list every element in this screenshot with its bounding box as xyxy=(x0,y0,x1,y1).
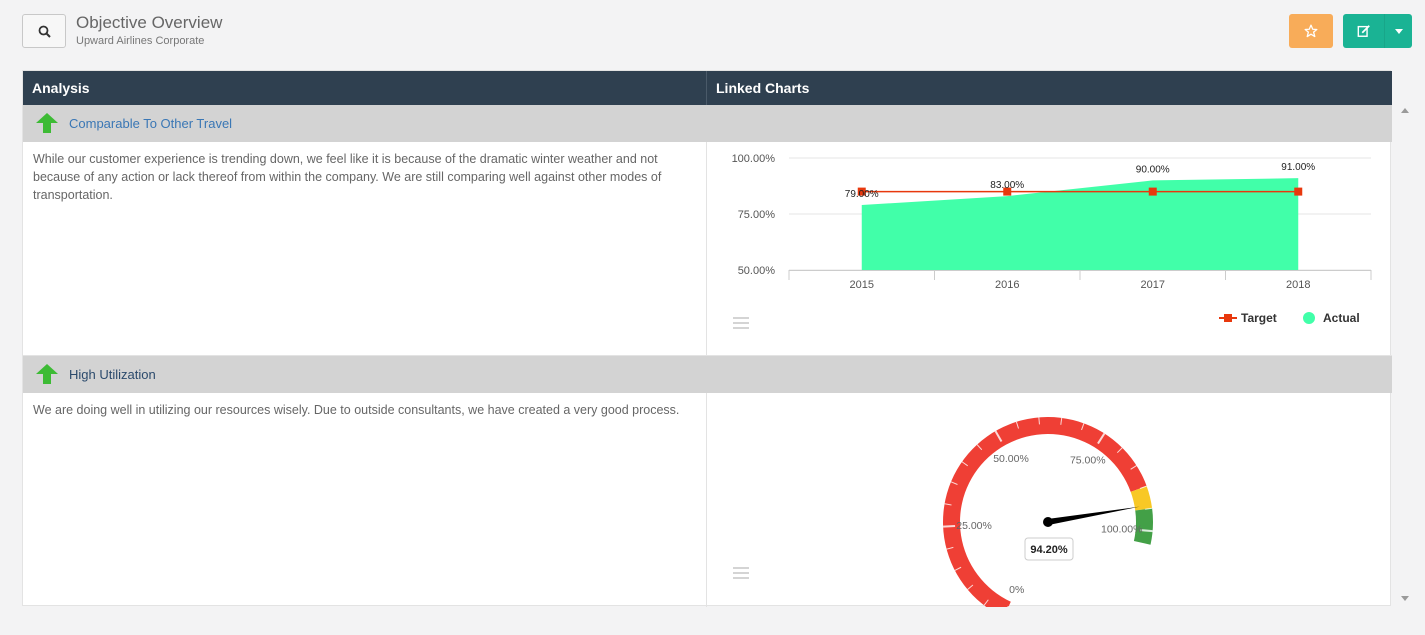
edit-button-group xyxy=(1343,14,1412,48)
target-point xyxy=(1294,187,1303,196)
gauge-tick-label: 100.00% xyxy=(1101,523,1142,535)
gauge-tick xyxy=(943,525,956,528)
x-tick-label: 2018 xyxy=(1286,279,1310,291)
scroll-up-arrow[interactable] xyxy=(1401,108,1409,113)
edit-dropdown-toggle[interactable] xyxy=(1385,14,1412,48)
x-tick-label: 2016 xyxy=(995,279,1019,291)
legend-label-target: Target xyxy=(1241,311,1277,325)
y-tick-label: 75.00% xyxy=(738,209,776,221)
legend-actual-marker xyxy=(1303,312,1315,324)
caret-down-icon xyxy=(1394,28,1403,34)
gauge-value-label: 94.20% xyxy=(1030,544,1068,556)
data-label: 83.00% xyxy=(990,180,1024,191)
gauge-tick-label: 75.00% xyxy=(1070,455,1106,467)
column-header-linked-charts: Linked Charts xyxy=(716,80,810,96)
star-icon xyxy=(1304,24,1318,38)
y-tick-label: 50.00% xyxy=(738,265,776,277)
edit-button[interactable] xyxy=(1343,14,1385,48)
data-label: 91.00% xyxy=(1281,162,1315,173)
title-block: Objective Overview Upward Airlines Corpo… xyxy=(76,13,222,48)
gauge-tick-label: 0% xyxy=(1009,584,1024,596)
analysis-text: We are doing well in utilizing our resou… xyxy=(23,393,707,607)
legend-label-actual: Actual xyxy=(1323,311,1360,325)
group-row-high-utilization: High Utilization xyxy=(23,356,1392,393)
data-label: 90.00% xyxy=(1136,164,1170,175)
edit-icon xyxy=(1357,25,1370,37)
scrollbar[interactable] xyxy=(1398,100,1412,606)
analysis-text: While our customer experience is trendin… xyxy=(23,142,707,356)
x-tick-label: 2015 xyxy=(850,279,874,291)
y-tick-label: 100.00% xyxy=(732,153,776,165)
chart-menu-icon[interactable] xyxy=(733,317,749,329)
objective-link[interactable]: Comparable To Other Travel xyxy=(69,105,232,142)
gauge-chart: 0% 25.00% 50.00% 75.00% 100.00% 94.20% xyxy=(943,417,1153,618)
gauge-tick xyxy=(1038,417,1040,425)
column-header-analysis: Analysis xyxy=(23,71,707,105)
objective-link[interactable]: High Utilization xyxy=(69,356,156,393)
linked-chart-cell: 100.00% 75.00% 50.00% 2015 2016 2017 2018 79.00… xyxy=(707,142,1392,356)
linked-chart-cell: 0% 25.00% 50.00% 75.00% 100.00% 94.20% xyxy=(707,393,1392,618)
objective-table: Analysis Linked Charts Comparable To Oth… xyxy=(22,70,1392,618)
group-row-comparable-to-other-travel: Comparable To Other Travel xyxy=(23,105,1392,142)
gauge-tick-label: 25.00% xyxy=(956,520,992,532)
area-chart: 100.00% 75.00% 50.00% 2015 2016 2017 2018 79.00… xyxy=(732,153,1372,325)
target-point xyxy=(1148,187,1157,196)
arrow-up-icon xyxy=(36,113,58,133)
page-title: Objective Overview xyxy=(76,13,223,32)
table-header: Analysis Linked Charts xyxy=(23,71,1392,105)
search-icon xyxy=(38,25,51,38)
data-label: 79.00% xyxy=(845,189,879,200)
gauge-needle xyxy=(1047,506,1140,525)
search-button[interactable] xyxy=(22,14,66,48)
scroll-down-arrow[interactable] xyxy=(1401,596,1409,601)
chart-menu-icon[interactable] xyxy=(733,567,749,579)
favorite-button[interactable] xyxy=(1289,14,1333,48)
gauge-tick-label: 50.00% xyxy=(993,453,1029,465)
gauge-pivot xyxy=(1043,517,1053,527)
gauge-band xyxy=(943,417,1147,618)
x-tick-label: 2017 xyxy=(1141,279,1165,291)
page-subtitle: Upward Airlines Corporate xyxy=(76,35,205,47)
arrow-up-icon xyxy=(36,364,58,384)
legend-target-marker xyxy=(1224,314,1232,322)
